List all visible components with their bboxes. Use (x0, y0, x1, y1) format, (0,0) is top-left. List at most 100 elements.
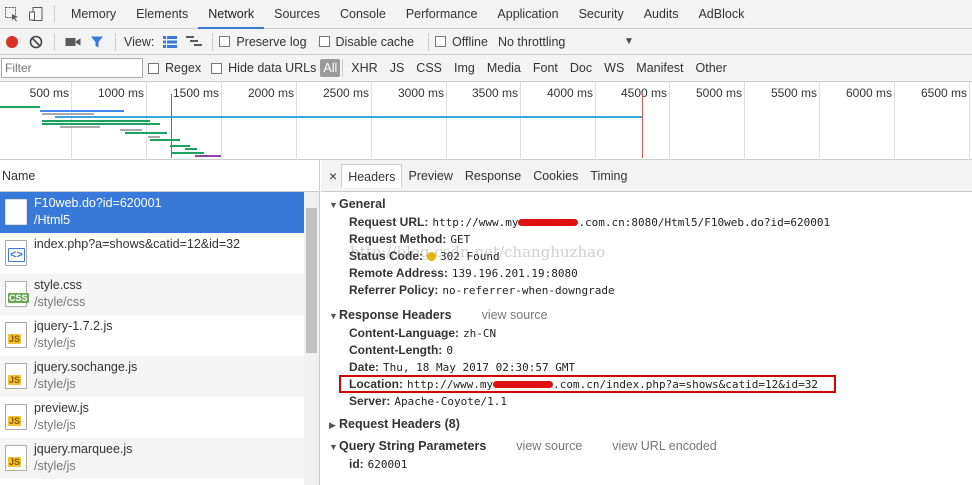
disable-cache-label: Disable cache (335, 34, 415, 49)
filter-input[interactable] (1, 58, 143, 78)
query-string-section-header[interactable]: ▼Query String Parameters view source view … (321, 436, 972, 456)
tab-elements[interactable]: Elements (126, 0, 198, 29)
request-headers-section-header[interactable]: ▶ Request Headers (8) (321, 414, 972, 434)
tab-network[interactable]: Network (198, 0, 265, 29)
timeline-tick: 3000 ms (398, 82, 447, 160)
waterfall-bar (125, 132, 167, 134)
tab-response[interactable]: Response (459, 164, 527, 188)
filter-other[interactable]: Other (690, 59, 733, 77)
timeline-tick: 4000 ms (547, 82, 596, 160)
hide-data-urls-label: Hide data URLs (228, 61, 317, 75)
tab-timing[interactable]: Timing (584, 164, 633, 188)
large-rows-icon[interactable] (158, 30, 182, 54)
request-row[interactable]: CSS style.css /style/css (0, 274, 319, 315)
request-details: × Headers Preview Response Cookies Timin… (321, 160, 972, 485)
request-row[interactable]: JS jquery.sochange.js /style/js (0, 356, 319, 397)
request-row[interactable]: JS preview.js /style/js (0, 397, 319, 438)
tab-console[interactable]: Console (330, 0, 396, 29)
request-row[interactable]: F10web.do?id=620001 /Html5 (0, 192, 319, 233)
request-path: /style/js (34, 336, 76, 350)
content-language-row: Content-Language: zh-CN (349, 326, 497, 340)
triangle-down-icon: ▼ (329, 311, 338, 321)
tab-cookies[interactable]: Cookies (527, 164, 584, 188)
request-list-scrollbar[interactable] (304, 192, 319, 485)
response-headers-section-header[interactable]: ▼Response Headers view source (321, 305, 972, 325)
tab-preview[interactable]: Preview (402, 164, 458, 188)
request-row[interactable]: JS jquery-1.7.2.js /style/js (0, 315, 319, 356)
inspect-element-icon[interactable] (0, 2, 24, 26)
view-label: View: (124, 34, 155, 49)
divider (342, 59, 344, 77)
waterfall-bar (55, 116, 642, 118)
filter-font[interactable]: Font (527, 59, 564, 77)
overview-icon[interactable] (182, 30, 206, 54)
capture-screenshots-icon[interactable] (61, 30, 85, 54)
tab-performance[interactable]: Performance (396, 0, 488, 29)
throttling-select[interactable]: No throttling (498, 35, 624, 49)
filter-icon[interactable] (85, 30, 109, 54)
filter-xhr[interactable]: XHR (345, 59, 383, 77)
divider (115, 32, 116, 51)
record-icon[interactable] (0, 30, 24, 54)
query-id-row: id: 620001 (349, 457, 408, 471)
close-icon[interactable]: × (325, 164, 341, 188)
watermark: http://blog.csdn.net/changhuzhao (350, 243, 606, 261)
view-source-link[interactable]: view source (482, 308, 548, 322)
js-file-icon: JS (5, 445, 27, 471)
chevron-down-icon[interactable]: ▼ (624, 36, 634, 47)
waterfall-bar (120, 129, 142, 131)
timeline-overview[interactable]: 500 ms 1000 ms 1500 ms 2000 ms 2500 ms 3… (0, 82, 972, 160)
tab-sources[interactable]: Sources (264, 0, 330, 29)
request-name: jquery.sochange.js (34, 360, 138, 374)
name-column-header[interactable]: Name (0, 160, 319, 192)
tab-memory[interactable]: Memory (61, 0, 126, 29)
preserve-log-checkbox[interactable] (219, 36, 231, 47)
filter-media[interactable]: Media (481, 59, 527, 77)
request-name: jquery-1.7.2.js (34, 319, 113, 333)
scrollbar-thumb[interactable] (306, 208, 317, 353)
server-row: Server: Apache-Coyote/1.1 (349, 394, 507, 408)
hide-data-urls-checkbox[interactable] (211, 62, 223, 74)
document-icon (5, 199, 27, 225)
load-event-marker (642, 94, 643, 158)
waterfall-bar (170, 145, 190, 147)
regex-checkbox[interactable] (148, 62, 159, 74)
filter-ws[interactable]: WS (598, 59, 630, 77)
request-path: /style/js (34, 377, 76, 391)
divider (54, 32, 55, 51)
view-url-encoded-link[interactable]: view URL encoded (612, 439, 716, 453)
remote-address-row: Remote Address: 139.196.201.19:8080 (349, 266, 578, 280)
device-toolbar-icon[interactable] (24, 2, 48, 26)
devtools-tab-bar: Memory Elements Network Sources Console … (0, 0, 972, 29)
filter-manifest[interactable]: Manifest (630, 59, 689, 77)
tab-audits[interactable]: Audits (634, 0, 689, 29)
filter-css[interactable]: CSS (410, 59, 448, 77)
request-path: /style/js (34, 459, 76, 473)
content-length-row: Content-Length: 0 (349, 343, 453, 357)
filter-js[interactable]: JS (384, 59, 411, 77)
request-path: /style/css (34, 295, 86, 309)
filter-doc[interactable]: Doc (564, 59, 598, 77)
request-row[interactable]: <> index.php?a=shows&catid=12&id=32 (0, 233, 319, 274)
tab-security[interactable]: Security (569, 0, 634, 29)
timeline-tick: 3500 ms (472, 82, 521, 160)
general-section-header[interactable]: ▼General (321, 194, 972, 214)
view-source-link[interactable]: view source (516, 439, 582, 453)
timeline-tick: 4500 ms (621, 82, 670, 160)
request-name: jquery.marquee.js (34, 442, 133, 456)
tab-headers[interactable]: Headers (341, 163, 403, 188)
clear-icon[interactable] (24, 30, 48, 54)
tab-adblock[interactable]: AdBlock (688, 0, 754, 29)
tab-application[interactable]: Application (487, 0, 568, 29)
request-name: preview.js (34, 401, 89, 415)
html-file-icon: <> (5, 240, 27, 266)
offline-checkbox[interactable] (435, 36, 447, 47)
request-name: style.css (34, 278, 82, 292)
filter-img[interactable]: Img (448, 59, 481, 77)
filter-all[interactable]: All (320, 59, 341, 77)
disable-cache-checkbox[interactable] (318, 36, 330, 47)
waterfall-bar (195, 155, 221, 157)
timeline-tick: 2500 ms (323, 82, 372, 160)
preserve-log-label: Preserve log (236, 34, 307, 49)
request-row[interactable]: JS jquery.marquee.js /style/js (0, 438, 319, 479)
